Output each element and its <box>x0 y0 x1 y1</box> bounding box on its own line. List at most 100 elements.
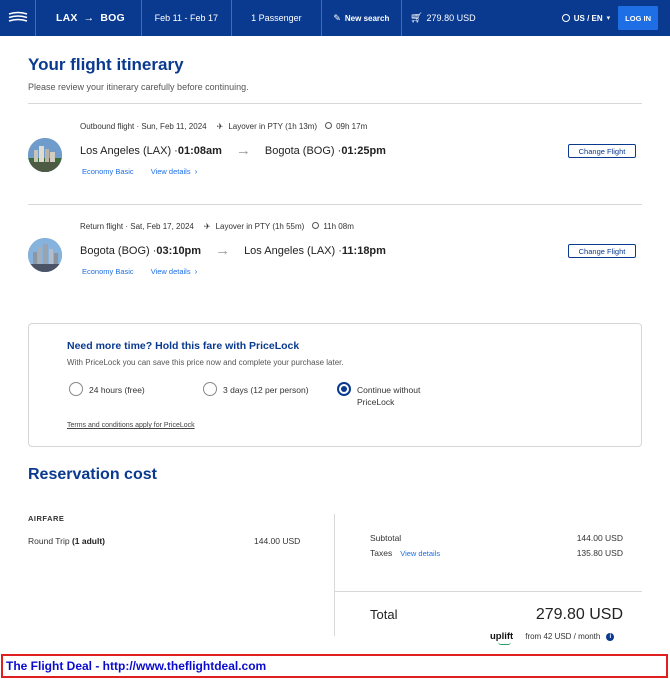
destination-code: BOG <box>100 12 125 24</box>
login-button[interactable]: LOG IN <box>618 6 658 30</box>
fare-item-label: Round Trip (1 adult) <box>28 536 105 546</box>
radio-button[interactable] <box>69 382 83 396</box>
uplift-financing[interactable]: uplift from 42 USD / month i <box>490 631 615 645</box>
pencil-icon: ✎ <box>333 12 341 23</box>
arrow-right-icon: → <box>215 242 231 259</box>
departure-time: 01:08am <box>177 144 222 157</box>
flight-label: Return flight · Sat, Feb 17, 2024 <box>80 222 194 231</box>
airfare-heading: AIRFARE <box>28 514 65 523</box>
new-search-button[interactable]: ✎ New search <box>322 0 402 36</box>
taxes-details-link[interactable]: View details <box>400 549 440 558</box>
pricelock-card: Need more time? Hold this fare with Pric… <box>28 323 642 447</box>
destination-thumbnail <box>28 238 62 272</box>
watermark-banner: The Flight Deal - http://www.theflightde… <box>1 654 668 678</box>
subtotal-value: 144.00 USD <box>576 533 623 543</box>
subtotal-label: Subtotal <box>370 533 402 543</box>
arrival-city: Bogota (BOG) · <box>264 144 342 157</box>
layover-text: Layover in PTY (1h 13m) <box>228 122 318 131</box>
flight-meta: Outbound flight · Sun, Feb 11, 2024 ✈︎ La… <box>80 122 367 131</box>
chevron-right-icon: › <box>194 167 198 176</box>
view-details-link[interactable]: View details › <box>151 167 198 176</box>
uplift-logo: uplift <box>490 631 514 645</box>
pricelock-option-24h[interactable]: 24 hours (free) <box>69 382 145 396</box>
view-details-label: View details <box>150 267 191 276</box>
passenger-count[interactable]: 1 Passenger <box>232 0 322 36</box>
new-search-label: New search <box>344 13 390 23</box>
clock-icon <box>312 222 320 229</box>
fare-item-value: 144.00 USD <box>254 536 301 546</box>
flight-route: Los Angeles (LAX) · 01:08am → Bogota (BO… <box>80 142 386 159</box>
pricelock-option-continue[interactable]: Continue without PriceLock <box>337 382 420 408</box>
plane-icon: ✈︎ <box>216 122 224 131</box>
fare-class-link[interactable]: Economy Basic <box>82 267 134 276</box>
radio-button-selected[interactable] <box>337 382 351 396</box>
flight-links: Economy Basic View details › <box>82 267 197 276</box>
locale-label: US / EN <box>573 13 603 23</box>
clock-icon <box>325 122 333 129</box>
total-row: Total 279.80 USD <box>370 606 623 624</box>
cart-icon: 🛒︎ <box>409 12 423 24</box>
divider <box>334 514 335 636</box>
travel-dates[interactable]: Feb 11 - Feb 17 <box>142 0 232 36</box>
cart-total-value: 279.80 USD <box>426 13 476 23</box>
locale-selector[interactable]: US / EN ▾ <box>561 13 611 23</box>
globe-icon <box>561 14 570 22</box>
uplift-text: from 42 USD / month <box>525 632 601 641</box>
layover-text: Layover in PTY (1h 55m) <box>215 222 305 231</box>
return-flight-card: Return flight · Sat, Feb 17, 2024 ✈︎ Layo… <box>28 222 642 302</box>
flight-duration: 11h 08m <box>323 222 354 231</box>
fare-item-name: Round Trip <box>28 536 72 546</box>
divider <box>28 204 642 205</box>
flight-duration: 09h 17m <box>336 122 368 131</box>
arrival-time: 01:25pm <box>341 144 386 157</box>
page-title: Your flight itinerary <box>28 55 184 74</box>
chevron-right-icon: › <box>194 267 198 276</box>
option-label: 3 days (12 per person) <box>223 385 309 395</box>
chevron-down-icon: ▾ <box>606 15 611 22</box>
pricelock-option-3days[interactable]: 3 days (12 per person) <box>203 382 309 396</box>
flight-meta: Return flight · Sat, Feb 17, 2024 ✈︎ Layo… <box>80 222 354 231</box>
taxes-row: Taxes View details 135.80 USD <box>370 548 623 558</box>
view-details-link[interactable]: View details › <box>151 267 198 276</box>
departure-city: Los Angeles (LAX) · <box>80 144 178 157</box>
fare-item-qty: (1 adult) <box>71 536 106 546</box>
taxes-label: Taxes <box>370 548 393 558</box>
departure-time: 03:10pm <box>156 244 202 257</box>
option-label-line: Continue without <box>357 385 421 395</box>
view-details-label: View details <box>150 167 191 176</box>
subtotal-row: Subtotal 144.00 USD <box>370 533 623 543</box>
arrival-time: 11:18pm <box>341 244 386 257</box>
pricelock-terms-link[interactable]: Terms and conditions apply for PriceLock <box>67 422 195 429</box>
outbound-flight-card: Outbound flight · Sun, Feb 11, 2024 ✈︎ La… <box>28 122 642 202</box>
change-flight-button[interactable]: Change Flight <box>568 244 636 258</box>
taxes-value: 135.80 USD <box>576 548 623 558</box>
page-subtitle: Please review your itinerary carefully b… <box>28 82 249 92</box>
destination-thumbnail <box>28 138 62 172</box>
airline-logo[interactable] <box>0 0 36 36</box>
radio-button[interactable] <box>203 382 217 396</box>
departure-city: Bogota (BOG) · <box>80 244 157 257</box>
reservation-cost-title: Reservation cost <box>28 466 157 483</box>
plane-icon: ✈︎ <box>203 222 211 231</box>
top-bar: LAX → BOG Feb 11 - Feb 17 1 Passenger ✎ … <box>0 0 670 36</box>
flight-label: Outbound flight · Sun, Feb 11, 2024 <box>80 122 207 131</box>
route-arrow-icon: → <box>83 12 95 24</box>
flight-route: Bogota (BOG) · 03:10pm → Los Angeles (LA… <box>80 242 386 259</box>
total-value: 279.80 USD <box>535 606 623 623</box>
arrow-right-icon: → <box>235 142 251 159</box>
fare-class-link[interactable]: Economy Basic <box>82 167 134 176</box>
option-label-line: PriceLock <box>357 397 395 407</box>
banner-text: The Flight Deal - http://www.theflightde… <box>6 659 267 673</box>
origin-code: LAX <box>56 12 78 24</box>
option-label: Continue without PriceLock <box>357 382 420 408</box>
total-label: Total <box>370 607 398 622</box>
divider <box>28 103 642 104</box>
flight-links: Economy Basic View details › <box>82 167 197 176</box>
route-summary[interactable]: LAX → BOG <box>36 0 142 36</box>
info-icon[interactable]: i <box>606 632 615 641</box>
change-flight-button[interactable]: Change Flight <box>568 144 636 158</box>
divider <box>334 591 642 592</box>
cart-total[interactable]: 🛒︎ 279.80 USD <box>402 0 488 36</box>
arrival-city: Los Angeles (LAX) · <box>244 244 342 257</box>
option-label: 24 hours (free) <box>89 385 145 395</box>
